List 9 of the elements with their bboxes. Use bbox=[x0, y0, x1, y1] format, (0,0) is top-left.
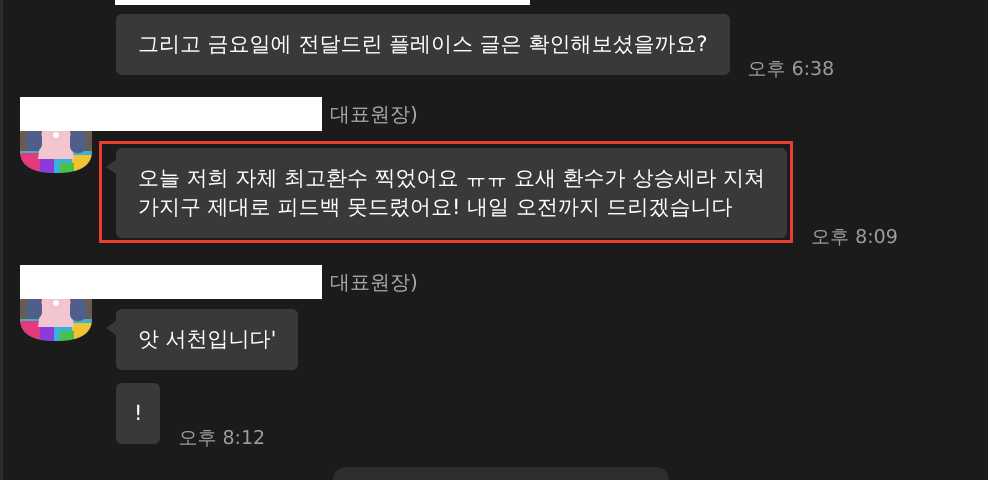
message-bubble: 앗 서천입니다' bbox=[116, 309, 298, 370]
message-time: 오후 8:12 bbox=[178, 426, 266, 450]
message-time: 오후 6:38 bbox=[748, 56, 834, 82]
sender-name: 대표원장) bbox=[330, 269, 418, 296]
message-bubble: ! bbox=[116, 383, 160, 444]
message-bubble: 오늘 저희 자체 최고환수 찍었어요 ㅠㅠ 요새 환수가 상승세라 지쳐 가지구 제대로 피드백 못드렸어요! 내일 오전까지 드리겠습니다 bbox=[116, 148, 788, 238]
message-bubble: 그리고 금요일에 전달드린 플레이스 글은 확인해보셨을까요? bbox=[116, 14, 730, 75]
message-time: 오후 8:09 bbox=[811, 224, 898, 250]
sender-name: 대표원장) bbox=[330, 101, 418, 128]
